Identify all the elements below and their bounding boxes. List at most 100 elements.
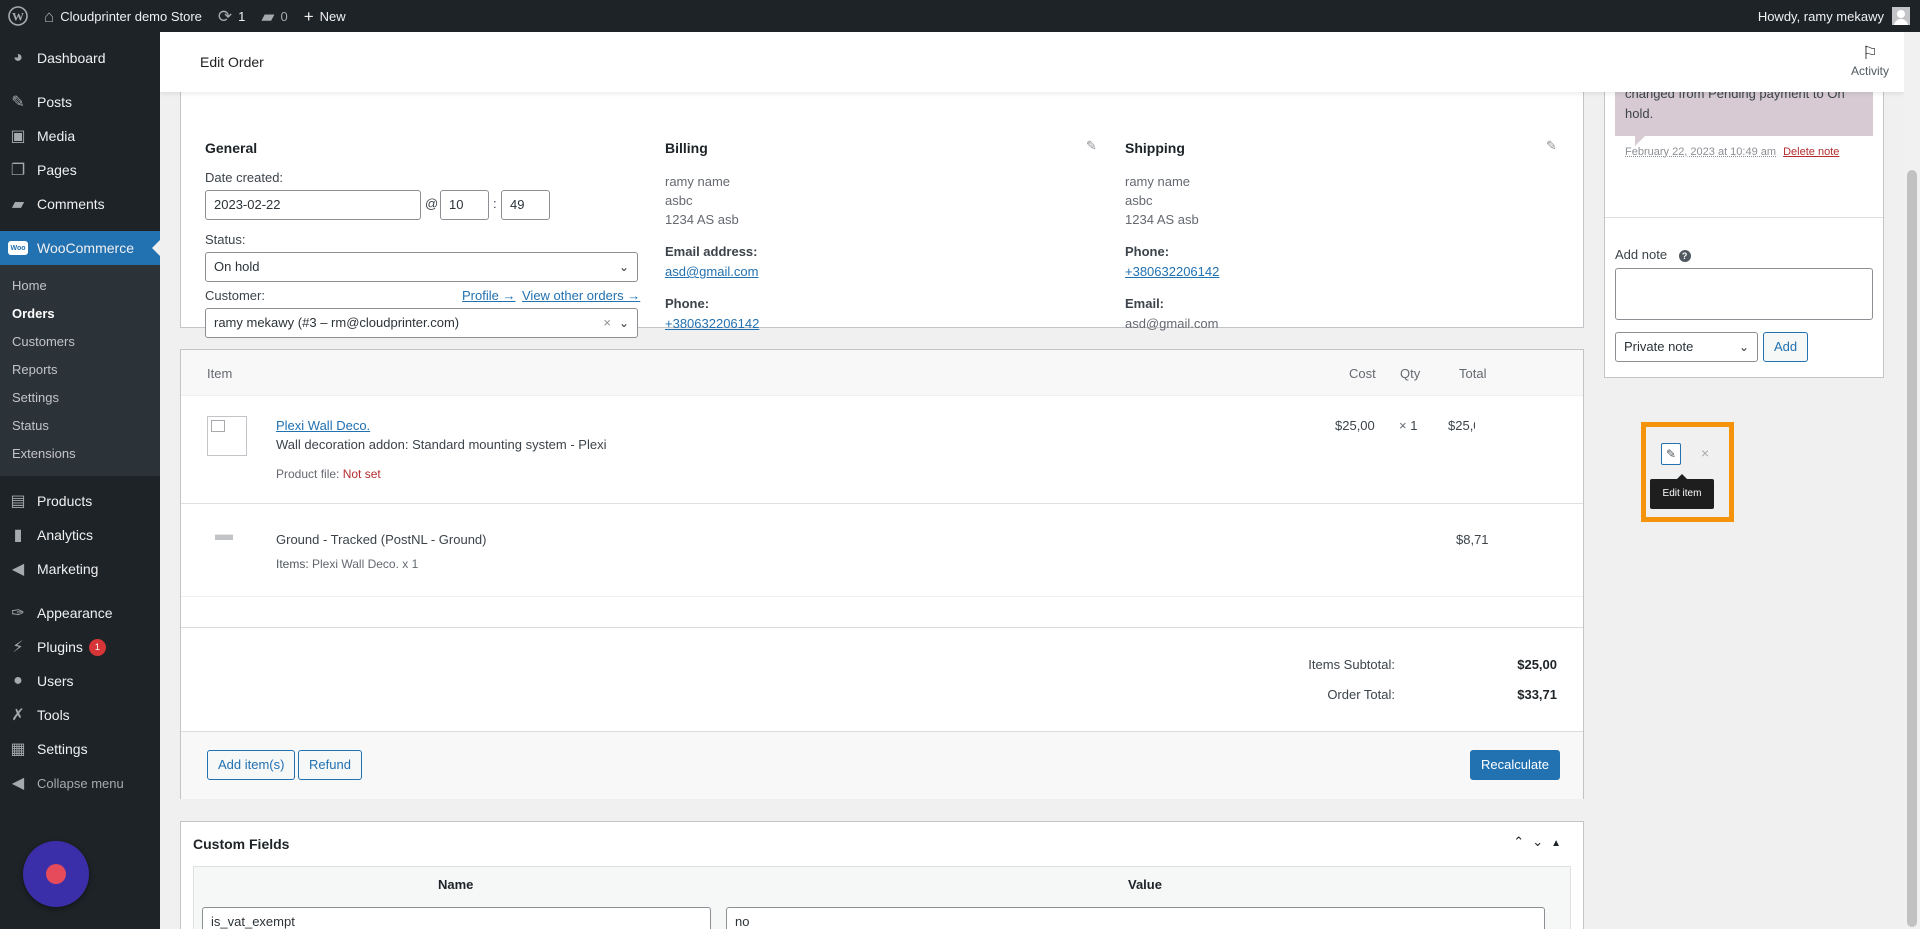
edit-billing-icon[interactable]: ✎: [1086, 138, 1097, 154]
custom-field-name-input[interactable]: is_vat_exempt: [202, 907, 711, 929]
archive-icon: ▤: [10, 493, 26, 510]
submenu-status[interactable]: Status: [0, 412, 160, 440]
items-divider: [181, 503, 1583, 504]
site-name-link[interactable]: ⌂ Cloudprinter demo Store: [36, 0, 210, 32]
panel-controls[interactable]: ⌃⌄▲: [1513, 834, 1569, 850]
collapse-icon: ◀: [11, 775, 25, 792]
items-subtotal-label: Items Subtotal:: [1308, 657, 1395, 672]
move-up-icon[interactable]: ⌃: [1513, 834, 1532, 849]
submenu-reports[interactable]: Reports: [0, 356, 160, 384]
menu-settings[interactable]: ▦ Settings: [0, 732, 160, 766]
new-content-link[interactable]: + New: [296, 0, 354, 32]
edit-shipping-icon[interactable]: ✎: [1546, 138, 1557, 154]
bar-chart-icon: ▮: [13, 527, 23, 544]
note-date: February 22, 2023 at 10:49 am: [1625, 146, 1777, 158]
menu-pages-label: Pages: [37, 162, 77, 178]
edit-item-pencil-icon[interactable]: ✎: [1661, 443, 1681, 465]
profile-link[interactable]: Profile →: [462, 288, 515, 303]
menu-media[interactable]: ▣ Media: [0, 119, 160, 153]
menu-marketing-label: Marketing: [37, 561, 99, 577]
help-icon[interactable]: ?: [1678, 250, 1691, 262]
wordpress-logo[interactable]: W: [0, 0, 36, 32]
submenu-settings[interactable]: Settings: [0, 384, 160, 412]
menu-pages[interactable]: ❐ Pages: [0, 153, 160, 187]
menu-dashboard[interactable]: ◕ Dashboard: [0, 41, 160, 75]
delete-item-icon[interactable]: ×: [1701, 445, 1709, 461]
woo-logo-text: Woo: [8, 241, 28, 255]
add-note-label: Add note: [1615, 247, 1668, 262]
hour-input[interactable]: 10: [440, 190, 489, 220]
menu-posts[interactable]: ✎ Posts: [0, 85, 160, 119]
activity-label: Activity: [1850, 64, 1889, 78]
note-type-select[interactable]: Private note ⌄: [1615, 332, 1758, 362]
shipping-total: $8,71: [1456, 532, 1489, 547]
updates-link[interactable]: ⟳ 1: [210, 0, 253, 32]
menu-dashboard-label: Dashboard: [37, 50, 106, 66]
product-name-link[interactable]: Plexi Wall Deco.: [276, 418, 370, 433]
activity-button[interactable]: ⚐ Activity: [1848, 42, 1892, 78]
add-note-textarea[interactable]: [1615, 268, 1873, 320]
submenu-home[interactable]: Home: [0, 272, 160, 300]
submenu-extensions[interactable]: Extensions: [0, 440, 160, 468]
shipping-divider: [181, 596, 1583, 597]
submenu-customers[interactable]: Customers: [0, 328, 160, 356]
page-scrollbar[interactable]: [1904, 32, 1920, 929]
new-label: New: [319, 8, 346, 24]
product-file-row: Product file: Not set: [276, 467, 381, 481]
shipping-items-row: Items: Plexi Wall Deco. x 1: [276, 557, 418, 571]
billing-title: Billing: [665, 140, 708, 156]
add-note-row: Add note ?: [1615, 247, 1691, 262]
item-qty: × 1: [1399, 418, 1417, 433]
collapse-panel-icon[interactable]: ▲: [1551, 838, 1569, 849]
shipping-item-row: ▬ Ground - Tracked (PostNL - Ground) Ite…: [181, 510, 1583, 596]
minute-input[interactable]: 49: [501, 190, 550, 220]
menu-marketing[interactable]: ◀ Marketing: [0, 552, 160, 586]
media-icon: ▣: [10, 128, 26, 145]
updates-icon: ⟳: [217, 6, 233, 26]
scrollbar-thumb[interactable]: [1907, 170, 1917, 927]
shipping-method-name: Ground - Tracked (PostNL - Ground): [276, 532, 487, 547]
billing-email-link[interactable]: asd@gmail.com: [665, 264, 758, 279]
menu-woocommerce[interactable]: Woo WooCommerce: [0, 231, 160, 265]
product-file-value: Not set: [342, 467, 381, 481]
menu-appearance-label: Appearance: [37, 605, 113, 621]
menu-products[interactable]: ▤ Products: [0, 484, 160, 518]
my-account-link[interactable]: Howdy, ramy mekawy: [1750, 0, 1920, 32]
add-note-button[interactable]: Add: [1763, 332, 1809, 362]
menu-analytics[interactable]: ▮ Analytics: [0, 518, 160, 552]
customer-select[interactable]: ramy mekawy (#3 – rm@cloudprinter.com) ×…: [205, 308, 638, 338]
shipping-phone-link[interactable]: +380632206142: [1125, 264, 1219, 279]
comments-link[interactable]: ▰ 0: [253, 0, 295, 32]
recalculate-button[interactable]: Recalculate: [1470, 750, 1560, 780]
line-item-row: Plexi Wall Deco. Wall decoration addon: …: [181, 396, 1583, 502]
general-title: General: [205, 140, 258, 156]
plus-icon: +: [303, 6, 314, 26]
date-created-input[interactable]: 2023-02-22: [205, 190, 421, 220]
status-select[interactable]: On hold ⌄: [205, 252, 638, 282]
move-down-icon[interactable]: ⌄: [1532, 834, 1551, 849]
delete-note-link[interactable]: Delete note: [1783, 146, 1839, 158]
shipping-items-value: Plexi Wall Deco. x 1: [312, 557, 419, 571]
clear-customer-icon[interactable]: ×: [603, 309, 611, 337]
shipping-postcode-city: 1234 AS asb: [1125, 212, 1199, 227]
custom-field-value-input[interactable]: no: [726, 907, 1545, 929]
page-header: Edit Order ⚐ Activity: [160, 32, 1904, 92]
refund-button[interactable]: Refund: [298, 750, 362, 780]
view-other-orders-link[interactable]: View other orders →: [522, 288, 640, 303]
column-value: Value: [1128, 877, 1162, 892]
record-button[interactable]: [23, 841, 89, 907]
add-items-button[interactable]: Add item(s): [207, 750, 296, 780]
menu-tools[interactable]: ✗ Tools: [0, 698, 160, 732]
menu-media-label: Media: [37, 128, 76, 144]
plugins-update-badge: 1: [88, 638, 106, 656]
user-icon: ●: [13, 672, 23, 689]
menu-woocommerce-label: WooCommerce: [37, 240, 134, 256]
menu-comments[interactable]: ▰ Comments: [0, 187, 160, 221]
menu-users[interactable]: ● Users: [0, 664, 160, 698]
billing-phone-link[interactable]: +380632206142: [665, 316, 759, 331]
menu-plugins[interactable]: ⚡ Plugins 1: [0, 630, 160, 664]
comments-count: 0: [280, 8, 288, 24]
submenu-orders[interactable]: Orders: [0, 300, 160, 328]
collapse-menu-button[interactable]: ◀ Collapse menu: [0, 766, 160, 800]
menu-appearance[interactable]: ✑ Appearance: [0, 596, 160, 630]
